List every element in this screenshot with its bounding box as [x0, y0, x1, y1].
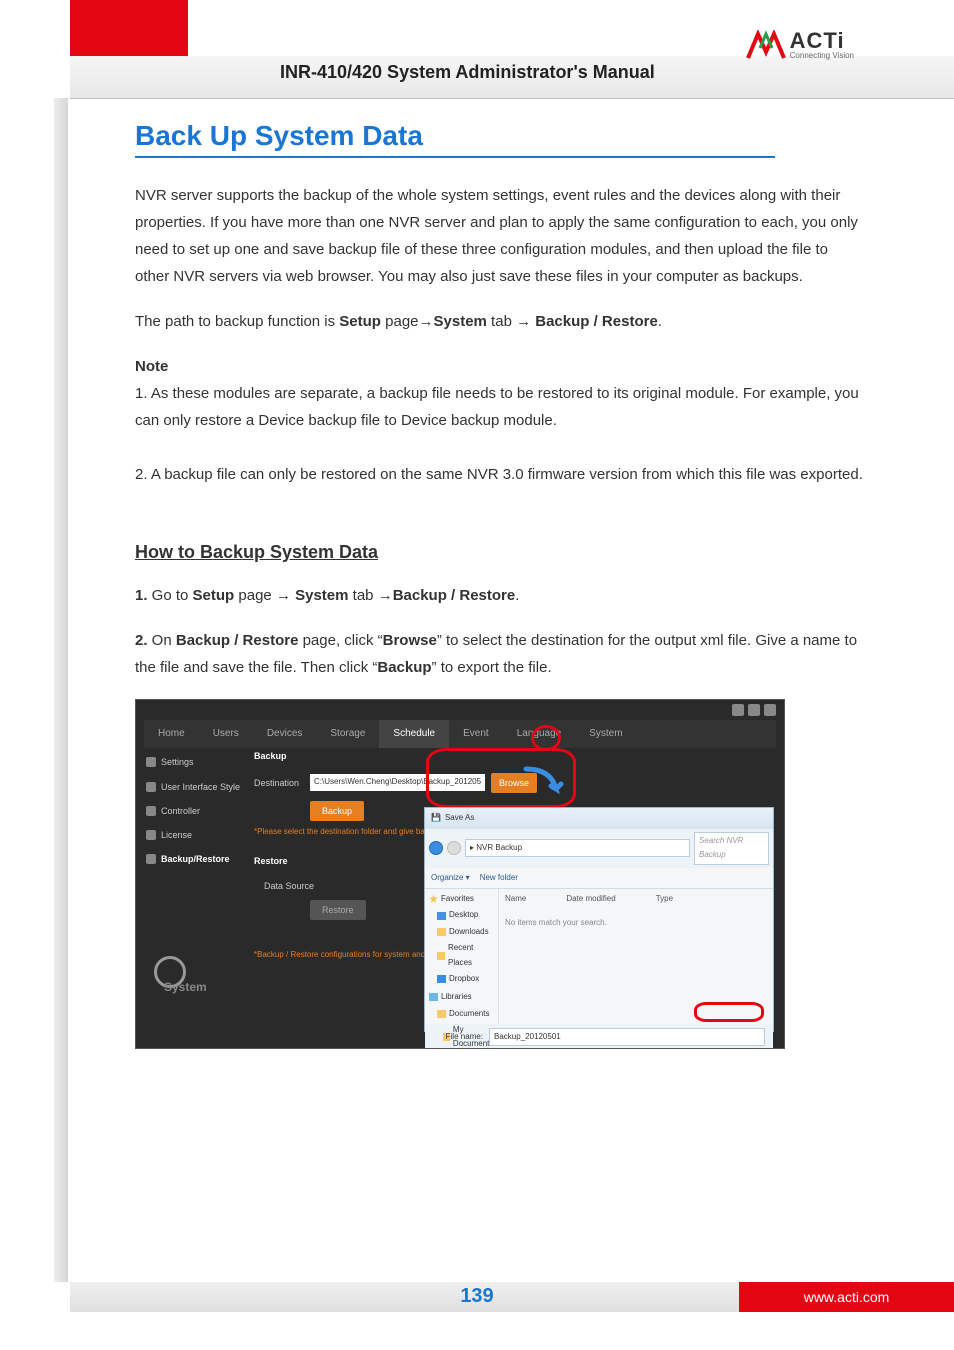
tree-item[interactable]: Downloads — [429, 925, 494, 939]
sidebar-item-backup-restore[interactable]: Backup/Restore — [144, 847, 249, 871]
save-icon: 💾 — [431, 811, 441, 825]
folder-icon — [437, 1010, 446, 1018]
logo-tagline: Connecting Vision — [790, 52, 854, 60]
tree-item[interactable]: Documents — [429, 1007, 494, 1021]
system-label: System — [164, 977, 207, 999]
search-input[interactable]: Search NVR Backup — [694, 832, 769, 865]
annotation-arrow-icon — [521, 764, 571, 804]
tab-event[interactable]: Event — [449, 720, 503, 748]
tree-libraries[interactable]: Libraries — [429, 990, 494, 1004]
tab-storage[interactable]: Storage — [316, 720, 379, 748]
backup-howto-heading: How to Backup System Data — [135, 536, 378, 568]
footer-url: www.acti.com — [739, 1282, 954, 1312]
nav-forward-button[interactable] — [447, 841, 461, 855]
section-title: Back Up System Data — [135, 120, 864, 152]
note-block: Note 1. As these modules are separate, a… — [135, 353, 864, 488]
top-icon[interactable] — [748, 704, 760, 716]
tree-item[interactable]: Recent Places — [429, 941, 494, 970]
col-date[interactable]: Date modified — [566, 892, 615, 906]
backup-icon — [146, 854, 156, 864]
page-number: 139 — [460, 1285, 493, 1308]
folder-icon — [437, 928, 446, 936]
new-folder-button[interactable]: New folder — [480, 871, 518, 885]
path-paragraph: The path to backup function is Setup pag… — [135, 308, 864, 335]
acti-logo-icon — [746, 30, 786, 60]
empty-message: No items match your search. — [505, 916, 767, 930]
folder-icon — [437, 912, 446, 920]
tree-item[interactable]: Dropbox — [429, 972, 494, 986]
step-2: 2. On Backup / Restore page, click “Brow… — [135, 627, 864, 681]
intro-paragraph: NVR server supports the backup of the wh… — [135, 182, 864, 290]
sidebar-item-controller[interactable]: Controller — [144, 799, 249, 823]
side-gradient — [54, 98, 68, 1282]
tab-schedule[interactable]: Schedule — [379, 720, 449, 748]
folder-icon — [437, 975, 446, 983]
backup-button[interactable]: Backup — [310, 801, 364, 821]
restore-button[interactable]: Restore — [310, 900, 366, 920]
header-divider — [70, 98, 954, 99]
controller-icon — [146, 806, 156, 816]
sidebar: Settings User Interface Style Controller… — [144, 750, 249, 871]
star-icon — [429, 895, 438, 904]
palette-icon — [146, 782, 156, 792]
filename-input[interactable]: Backup_20120501 — [489, 1028, 765, 1046]
sidebar-item-license[interactable]: License — [144, 823, 249, 847]
red-accent-bar — [70, 0, 188, 56]
sidebar-item-ui-style[interactable]: User Interface Style — [144, 775, 249, 799]
section-rule — [135, 156, 775, 158]
library-icon — [429, 993, 438, 1001]
folder-tree: Favorites Desktop Downloads Recent Place… — [425, 889, 499, 1024]
col-type[interactable]: Type — [656, 892, 673, 906]
save-as-dialog: 💾 Save As ▸ NVR Backup Search NVR Backup… — [424, 807, 774, 1032]
tab-system[interactable]: System — [575, 720, 636, 748]
tab-users[interactable]: Users — [199, 720, 253, 748]
sidebar-item-settings[interactable]: Settings — [144, 750, 249, 774]
logo-text: ACTi — [790, 30, 854, 52]
gear-icon — [146, 757, 156, 767]
filename-label: File name: — [433, 1030, 483, 1044]
step-1: 1. Go to Setup page → System tab →Backup… — [135, 582, 864, 609]
folder-icon — [437, 952, 445, 960]
col-name[interactable]: Name — [505, 892, 526, 906]
tab-home[interactable]: Home — [144, 720, 199, 748]
tree-item[interactable]: Desktop — [429, 908, 494, 922]
dialog-title-bar: 💾 Save As — [425, 808, 773, 828]
destination-label: Destination — [254, 775, 304, 791]
tree-favorites[interactable]: Favorites — [429, 892, 494, 906]
nvr-screenshot: Home Users Devices Storage Schedule Even… — [135, 699, 785, 1049]
top-icon[interactable] — [764, 704, 776, 716]
key-icon — [146, 830, 156, 840]
tab-devices[interactable]: Devices — [253, 720, 317, 748]
main-tabs: Home Users Devices Storage Schedule Even… — [144, 720, 776, 748]
address-bar[interactable]: ▸ NVR Backup — [465, 839, 690, 857]
manual-title: INR-410/420 System Administrator's Manua… — [280, 62, 655, 83]
annotation-circle — [694, 1002, 764, 1022]
nav-back-button[interactable] — [429, 841, 443, 855]
top-icon[interactable] — [732, 704, 744, 716]
organize-menu[interactable]: Organize ▾ — [431, 871, 470, 885]
brand-logo: ACTi Connecting Vision — [746, 30, 854, 60]
